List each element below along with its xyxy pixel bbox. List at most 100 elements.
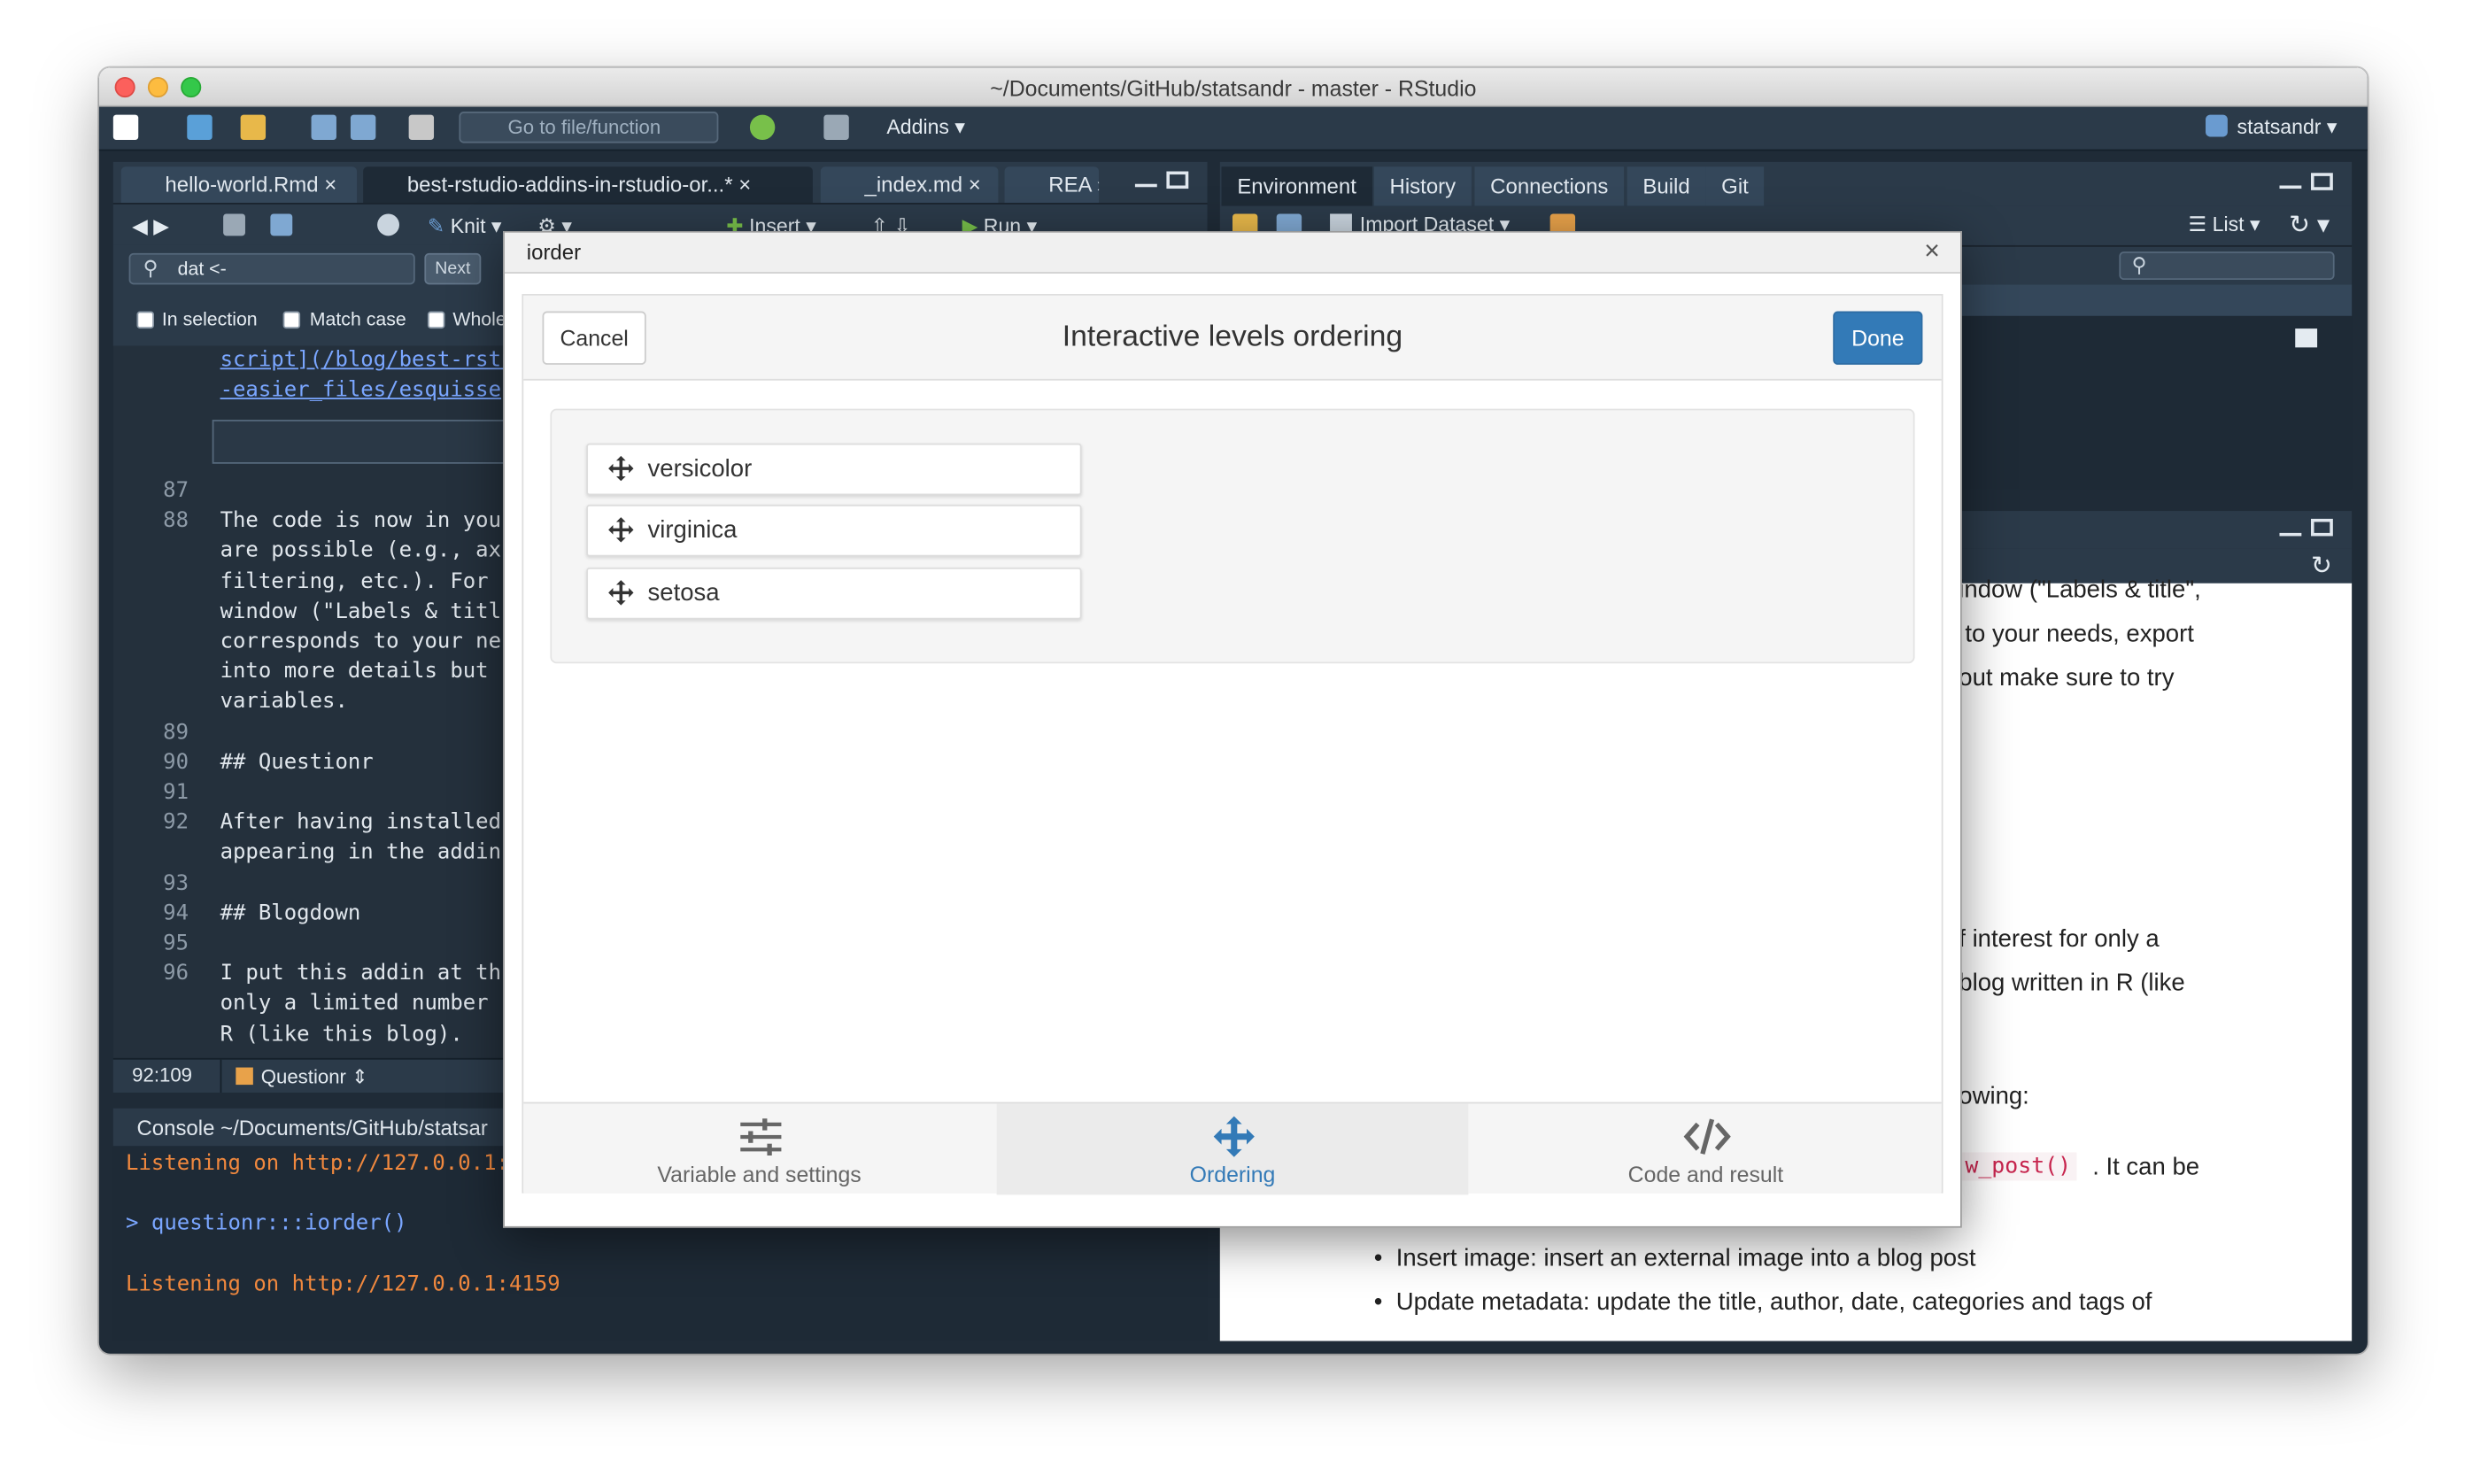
refresh-viewer-icon[interactable]: ↻ xyxy=(2311,550,2332,582)
code-line: ## Blogdown xyxy=(220,900,361,926)
find-replace-icon[interactable] xyxy=(377,213,399,236)
grid-view-icon[interactable] xyxy=(2295,328,2318,348)
print-icon[interactable] xyxy=(408,114,435,141)
line-number xyxy=(113,597,189,627)
dialog-close-icon[interactable]: × xyxy=(1924,236,1940,267)
tab-code-and-result[interactable]: Code and result xyxy=(1470,1103,1942,1194)
move-handle-icon[interactable] xyxy=(608,580,634,606)
line-number xyxy=(113,688,189,718)
iorder-dialog: iorder × Interactive levels ordering Can… xyxy=(503,230,1962,1228)
section-label: Questionr xyxy=(260,1065,346,1088)
maximize-viewer-icon[interactable] xyxy=(2310,518,2333,537)
tab-label: Ordering xyxy=(1189,1162,1276,1187)
sliders-icon xyxy=(740,1118,782,1156)
level-item-virginica[interactable]: virginica xyxy=(586,504,1082,557)
move-handle-icon[interactable] xyxy=(608,455,634,482)
line-number: 92 xyxy=(163,809,189,836)
minimize-pane-icon[interactable] xyxy=(1134,183,1157,188)
console-title: Console ~/Documents/GitHub/statsar xyxy=(136,1116,488,1140)
move-handle-icon[interactable] xyxy=(608,517,634,543)
r-project-icon xyxy=(2206,114,2228,137)
tab-label: _index.md xyxy=(864,173,963,197)
tab-label: Variable and settings xyxy=(657,1162,862,1187)
section-navigator[interactable]: Questionr ⇕ xyxy=(236,1064,368,1088)
editor-save-icon[interactable] xyxy=(270,213,293,236)
line-number xyxy=(113,658,189,688)
line-number xyxy=(113,990,189,1020)
cursor-position: 92:109 xyxy=(132,1064,193,1086)
code-line: corresponds to your ne xyxy=(220,629,502,654)
minimize-env-pane-icon[interactable] xyxy=(2279,185,2302,189)
minimize-viewer-icon[interactable] xyxy=(2279,532,2302,537)
line-number: 91 xyxy=(163,779,189,806)
dialog-header: iorder × xyxy=(504,232,1961,274)
code-line: -easier_files/esquisse xyxy=(220,377,502,403)
bullet-text: Update metadata: update the title, autho… xyxy=(1395,1288,2152,1317)
tab-ordering[interactable]: Ordering xyxy=(996,1103,1469,1195)
tab-label: REA xyxy=(1048,173,1092,197)
goto-file-input[interactable]: Go to file/function xyxy=(459,112,719,143)
knit-button[interactable]: ✎ Knit ▾ xyxy=(428,213,502,238)
tab-environment[interactable]: Environment xyxy=(1221,166,1372,206)
pane-layout-icon[interactable] xyxy=(823,114,849,141)
title-bar: ~/Documents/GitHub/statsandr - master - … xyxy=(98,67,2368,107)
new-file-icon[interactable] xyxy=(112,114,139,141)
refresh-env-icon[interactable]: ↻ ▾ xyxy=(2289,209,2330,241)
project-label: statsandr xyxy=(2237,114,2322,139)
bullet-text: Insert image: insert an external image i… xyxy=(1395,1245,1976,1272)
tab-history[interactable]: History xyxy=(1373,166,1472,206)
code-line: only a limited number xyxy=(220,991,502,1016)
tab-label: best-rstudio-addins-in-rstudio-or...* xyxy=(406,173,733,197)
find-value: dat <- xyxy=(177,258,227,281)
main-toolbar: Go to file/function Addins ▾ statsandr ▾ xyxy=(98,106,2368,151)
list-view-button[interactable]: ☰ List ▾ xyxy=(2188,213,2260,237)
open-file-icon[interactable] xyxy=(240,114,267,141)
save-all-icon[interactable] xyxy=(350,114,376,141)
done-button[interactable]: Done xyxy=(1833,311,1923,365)
find-input[interactable]: dat <- xyxy=(128,252,415,285)
project-menu[interactable]: statsandr ▾ xyxy=(2206,114,2338,140)
tab-connections[interactable]: Connections xyxy=(1474,166,1625,206)
cancel-button[interactable]: Cancel xyxy=(542,311,646,365)
code-line: script](/blog/best-rstu xyxy=(220,347,514,373)
line-number xyxy=(113,1020,189,1050)
addins-menu[interactable]: Addins ▾ xyxy=(886,115,965,140)
tab-index-md[interactable]: _index.md × xyxy=(820,166,999,204)
level-item-setosa[interactable]: setosa xyxy=(586,567,1082,620)
save-icon[interactable] xyxy=(311,114,336,141)
level-item-versicolor[interactable]: versicolor xyxy=(586,443,1082,496)
in-selection-checkbox[interactable] xyxy=(136,311,154,329)
env-search-input[interactable] xyxy=(2119,251,2335,281)
window-title: ~/Documents/GitHub/statsandr - master - … xyxy=(990,75,1477,101)
line-number: 90 xyxy=(163,749,189,776)
new-project-icon[interactable] xyxy=(187,114,212,141)
show-in-window-icon[interactable] xyxy=(223,213,245,236)
line-number: 93 xyxy=(163,870,189,896)
knit-icon: ✎ xyxy=(427,213,445,238)
line-number xyxy=(113,567,189,597)
whole-word-checkbox[interactable] xyxy=(427,311,445,329)
tab-git[interactable]: Git xyxy=(1705,166,1765,206)
git-icon[interactable] xyxy=(749,114,776,141)
match-case-checkbox[interactable] xyxy=(282,311,301,329)
tab-readme[interactable]: REA » xyxy=(1004,166,1100,204)
doc-text-line: owing: xyxy=(1959,1083,2029,1110)
maximize-pane-icon[interactable] xyxy=(1166,171,1189,189)
tab-hello-world[interactable]: hello-world.Rmd × xyxy=(120,166,358,204)
doc-text-line: to your needs, export xyxy=(1965,621,2194,648)
tab-build[interactable]: Build xyxy=(1627,166,1706,206)
tab-best-rstudio-addins[interactable]: best-rstudio-addins-in-rstudio-or...* × xyxy=(363,166,813,204)
code-line: filtering, etc.). For xyxy=(220,568,502,594)
dialog-window-title: iorder xyxy=(526,240,582,265)
knit-label: Knit xyxy=(450,213,486,238)
code-line: appearing in the addin xyxy=(220,839,502,866)
tab-variable-and-settings[interactable]: Variable and settings xyxy=(523,1103,995,1194)
line-number: 96 xyxy=(163,961,189,986)
maximize-env-pane-icon[interactable] xyxy=(2310,173,2333,190)
find-next-button[interactable]: Next xyxy=(424,252,482,285)
code-top-block: script](/blog/best-rstu -easier_files/esq… xyxy=(220,346,514,406)
back-icon[interactable]: ◀ ▶ xyxy=(132,213,169,238)
